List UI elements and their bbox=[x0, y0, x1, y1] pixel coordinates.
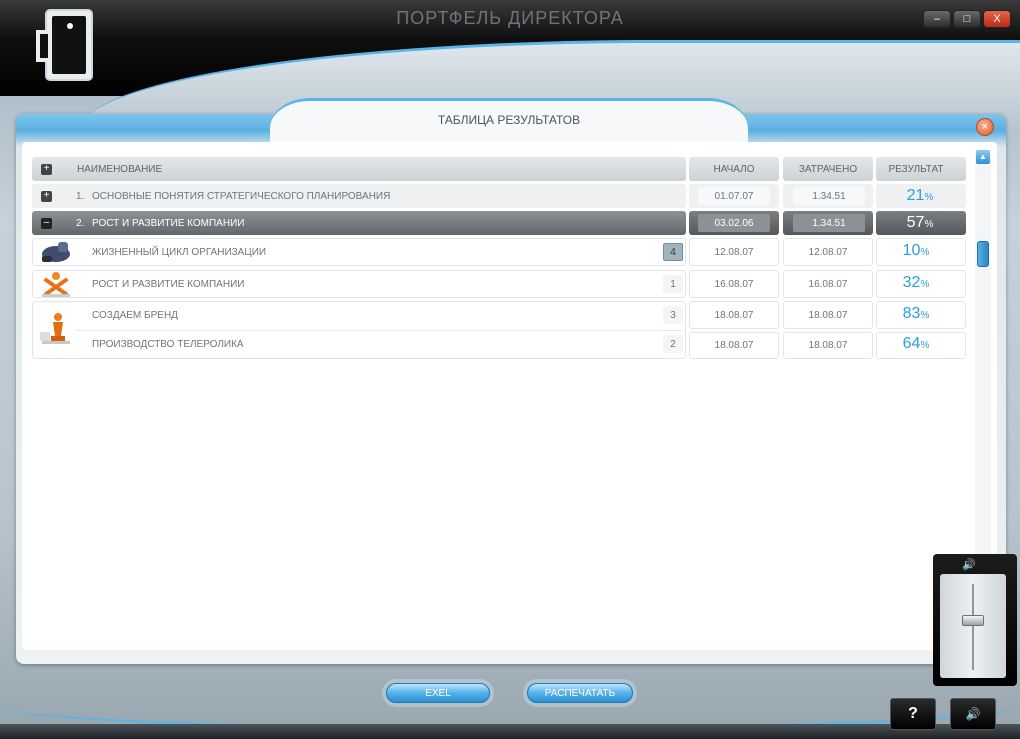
row-spent: 1.34.51 bbox=[793, 214, 865, 232]
subrow-start: 18.08.07 bbox=[714, 309, 754, 321]
subrow-result: 64% bbox=[902, 335, 930, 352]
app-title: ПОРТФЕЛЬ ДИРЕКТОРА bbox=[396, 8, 624, 28]
column-header-result[interactable]: РЕЗУЛЬТАТ bbox=[876, 157, 956, 181]
subrow-start: 18.08.07 bbox=[714, 340, 754, 351]
print-button[interactable]: РАСПЕЧАТАТЬ bbox=[527, 683, 633, 703]
speaker-icon: 🔊 bbox=[962, 559, 976, 571]
row-spent: 1.34.51 bbox=[793, 187, 865, 205]
subrow-start: 16.08.07 bbox=[714, 278, 754, 290]
export-excel-button[interactable]: EXEL bbox=[386, 683, 490, 703]
subrow-name: СОЗДАЕМ БРЕНД bbox=[92, 309, 178, 321]
panel-close-button[interactable]: × bbox=[976, 118, 994, 136]
volume-line bbox=[972, 584, 974, 670]
subrow-spent: 16.08.07 bbox=[808, 278, 848, 290]
row-start: 03.02.06 bbox=[698, 214, 770, 232]
column-header-spent[interactable]: ЗАТРАЧЕНО bbox=[783, 157, 873, 181]
chess-icon bbox=[40, 313, 70, 344]
row-number: 2. bbox=[76, 217, 85, 229]
subrow-count-badge[interactable]: 1 bbox=[663, 275, 683, 293]
subrow-spent: 18.08.07 bbox=[808, 340, 848, 351]
subrow-result: 32% bbox=[902, 274, 930, 291]
subrow-name: ЖИЗНЕННЫЙ ЦИКЛ ОРГАНИЗАЦИИ bbox=[92, 246, 267, 258]
expand-all-icon[interactable]: + bbox=[41, 164, 52, 175]
subrow-count-badge[interactable]: 4 bbox=[663, 243, 683, 261]
maximize-button[interactable]: □ bbox=[953, 10, 981, 28]
subrow-count-badge[interactable]: 2 bbox=[663, 335, 683, 353]
row-result: 57% bbox=[906, 214, 934, 231]
figure-icon bbox=[42, 272, 70, 297]
panel-title: ТАБЛИЦА РЕЗУЛЬТАТОВ bbox=[437, 113, 581, 127]
row-result: 21% bbox=[906, 187, 934, 204]
scroll-thumb[interactable] bbox=[977, 241, 989, 267]
collapse-row-icon[interactable]: – bbox=[41, 218, 52, 229]
minimize-button[interactable]: – bbox=[923, 10, 951, 28]
row-number: 1. bbox=[76, 190, 85, 202]
subrow-start: 12.08.07 bbox=[714, 246, 754, 258]
row-start: 01.07.07 bbox=[698, 187, 770, 205]
bottom-bar bbox=[0, 724, 1020, 739]
column-header-name[interactable]: НАИМЕНОВАНИЕ bbox=[77, 157, 162, 181]
sound-toggle-button[interactable]: 🔊 bbox=[950, 698, 996, 730]
row-name: РОСТ И РАЗВИТИЕ КОМПАНИИ bbox=[92, 217, 245, 229]
scroll-up-button[interactable]: ▲ bbox=[976, 150, 990, 164]
bottom-curve bbox=[0, 670, 1020, 730]
subrow-result: 10% bbox=[902, 242, 930, 259]
subrow-spent: 12.08.07 bbox=[808, 246, 848, 258]
subrow-name: РОСТ И РАЗВИТИЕ КОМПАНИИ bbox=[92, 278, 245, 290]
help-button[interactable]: ? bbox=[890, 698, 936, 730]
expand-row-icon[interactable]: + bbox=[41, 191, 52, 202]
subrow-count-badge[interactable]: 3 bbox=[663, 306, 683, 324]
hand-icon bbox=[42, 242, 70, 262]
volume-slider-knob[interactable] bbox=[962, 615, 984, 626]
subrow-spent: 18.08.07 bbox=[808, 309, 848, 321]
row-name: ОСНОВНЫЕ ПОНЯТИЯ СТРАТЕГИЧЕСКОГО ПЛАНИРО… bbox=[92, 190, 391, 202]
column-header-start[interactable]: НАЧАЛО bbox=[689, 157, 779, 181]
subrow-name: ПРОИЗВОДСТВО ТЕЛЕРОЛИКА bbox=[92, 339, 244, 350]
close-button[interactable]: X bbox=[983, 10, 1011, 28]
subrow-result: 83% bbox=[902, 305, 930, 322]
